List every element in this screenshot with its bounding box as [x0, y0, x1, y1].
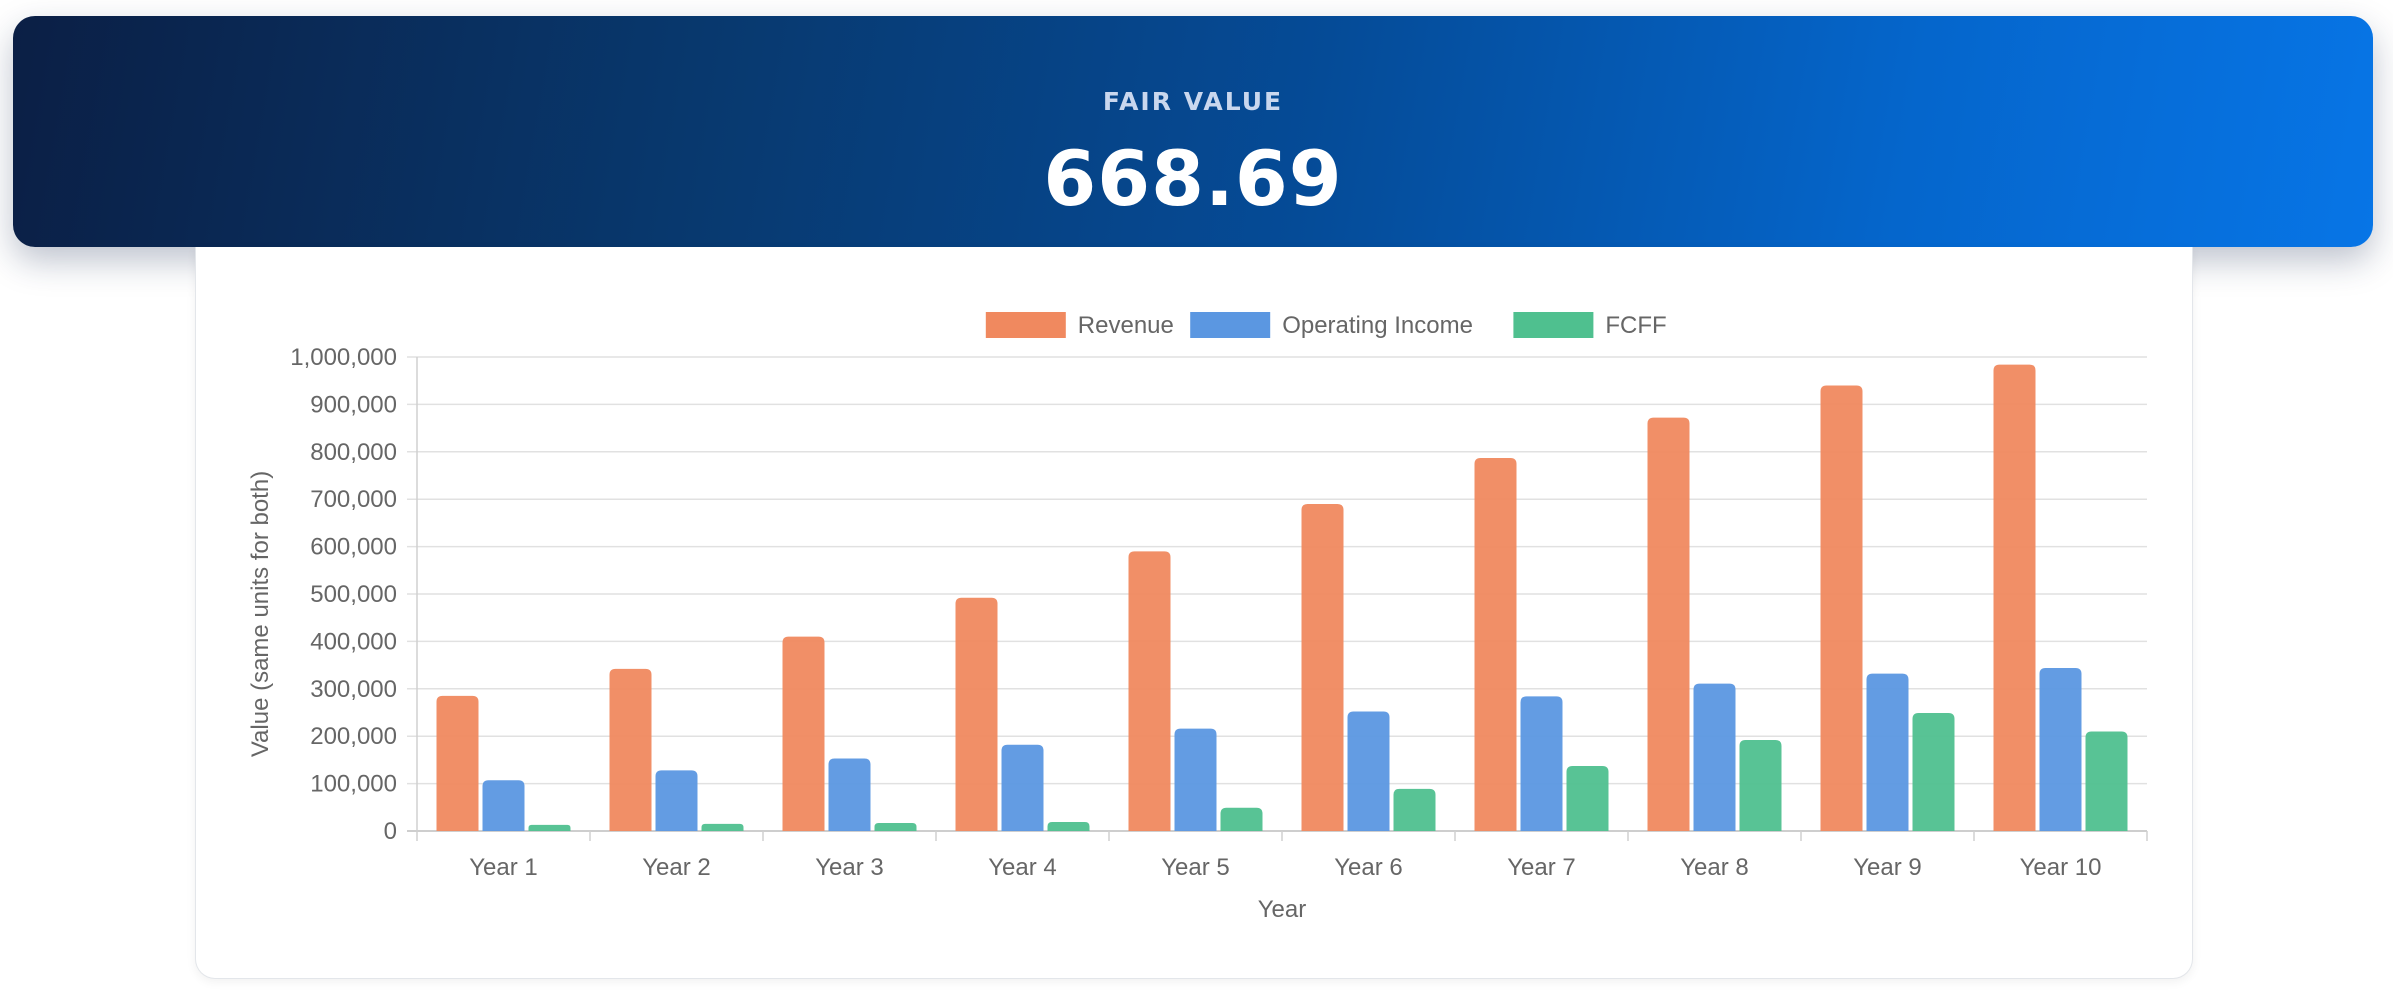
y-tick-label: 800,000: [310, 439, 397, 466]
bar-fcff: [1912, 712, 1955, 831]
x-tick-label: Year 5: [1161, 854, 1230, 881]
y-tick-label: 500,000: [310, 581, 397, 608]
bar-operating-income: [1693, 683, 1736, 831]
y-axis-title: Value (same units for both): [247, 471, 274, 757]
y-tick-label: 0: [384, 818, 397, 845]
y-tick-label: 100,000: [310, 771, 397, 798]
x-tick-label: Year 9: [1853, 854, 1922, 881]
bar-fcff: [1566, 766, 1609, 831]
legend-swatch: [1190, 312, 1271, 338]
bar-revenue: [1993, 364, 2036, 831]
page: FAIR VALUE 668.69 0 100,000 200,000 300,000…: [0, 0, 2393, 1004]
y-tick-label: 200,000: [310, 723, 397, 750]
bar-revenue: [1474, 457, 1517, 831]
bar-operating-income: [655, 770, 698, 831]
bar-revenue: [1128, 551, 1171, 831]
bar-fcff: [528, 824, 571, 831]
bar-fcff: [1220, 807, 1263, 831]
x-tick-label: Year 8: [1680, 854, 1749, 881]
legend-label: FCFF: [1605, 312, 1666, 339]
x-tick-label: Year 4: [988, 854, 1057, 881]
y-tick-label: 700,000: [310, 486, 397, 513]
x-tick-label: Year 2: [642, 854, 711, 881]
legend-label: Revenue: [1078, 312, 1174, 339]
bar-operating-income: [2039, 667, 2082, 831]
bar-revenue: [1820, 385, 1863, 831]
bar-revenue: [1647, 417, 1690, 831]
legend-label: Operating Income: [1282, 312, 1473, 339]
bar-operating-income: [1520, 696, 1563, 831]
legend-swatch: [1513, 312, 1594, 338]
y-tick-label: 1,000,000: [290, 344, 397, 371]
bar-revenue: [1301, 503, 1344, 831]
y-tick-label: 900,000: [310, 391, 397, 418]
x-axis-title: Year: [1258, 896, 1307, 923]
y-tick-label: 600,000: [310, 534, 397, 561]
bar-operating-income: [1174, 728, 1217, 831]
x-tick-label: Year 10: [2020, 854, 2102, 881]
bar-chart: 0 100,000 200,000 300,000 400,000 500,000 600,…: [247, 312, 2148, 923]
bar-operating-income: [828, 758, 871, 831]
x-tick-label: Year 7: [1507, 854, 1576, 881]
bar-fcff: [2085, 731, 2128, 831]
bar-fcff: [874, 822, 917, 831]
x-tick-label: Year 3: [815, 854, 884, 881]
bar-operating-income: [1866, 673, 1909, 831]
bar-revenue: [609, 668, 652, 831]
legend-swatch: [985, 312, 1066, 338]
bar-operating-income: [482, 780, 525, 831]
bar-operating-income: [1001, 744, 1044, 831]
bar-fcff: [1047, 821, 1090, 831]
x-tick-label: Year 1: [469, 854, 538, 881]
y-tick-label: 300,000: [310, 676, 397, 703]
x-tick-label: Year 6: [1334, 854, 1403, 881]
bar-revenue: [782, 636, 825, 831]
y-tick-label: 400,000: [310, 628, 397, 655]
bar-revenue: [436, 695, 479, 831]
bar-operating-income: [1347, 711, 1390, 831]
bar-revenue: [955, 597, 998, 831]
bar-fcff: [701, 823, 744, 831]
bar-fcff: [1393, 788, 1436, 831]
bar-fcff: [1739, 739, 1782, 831]
